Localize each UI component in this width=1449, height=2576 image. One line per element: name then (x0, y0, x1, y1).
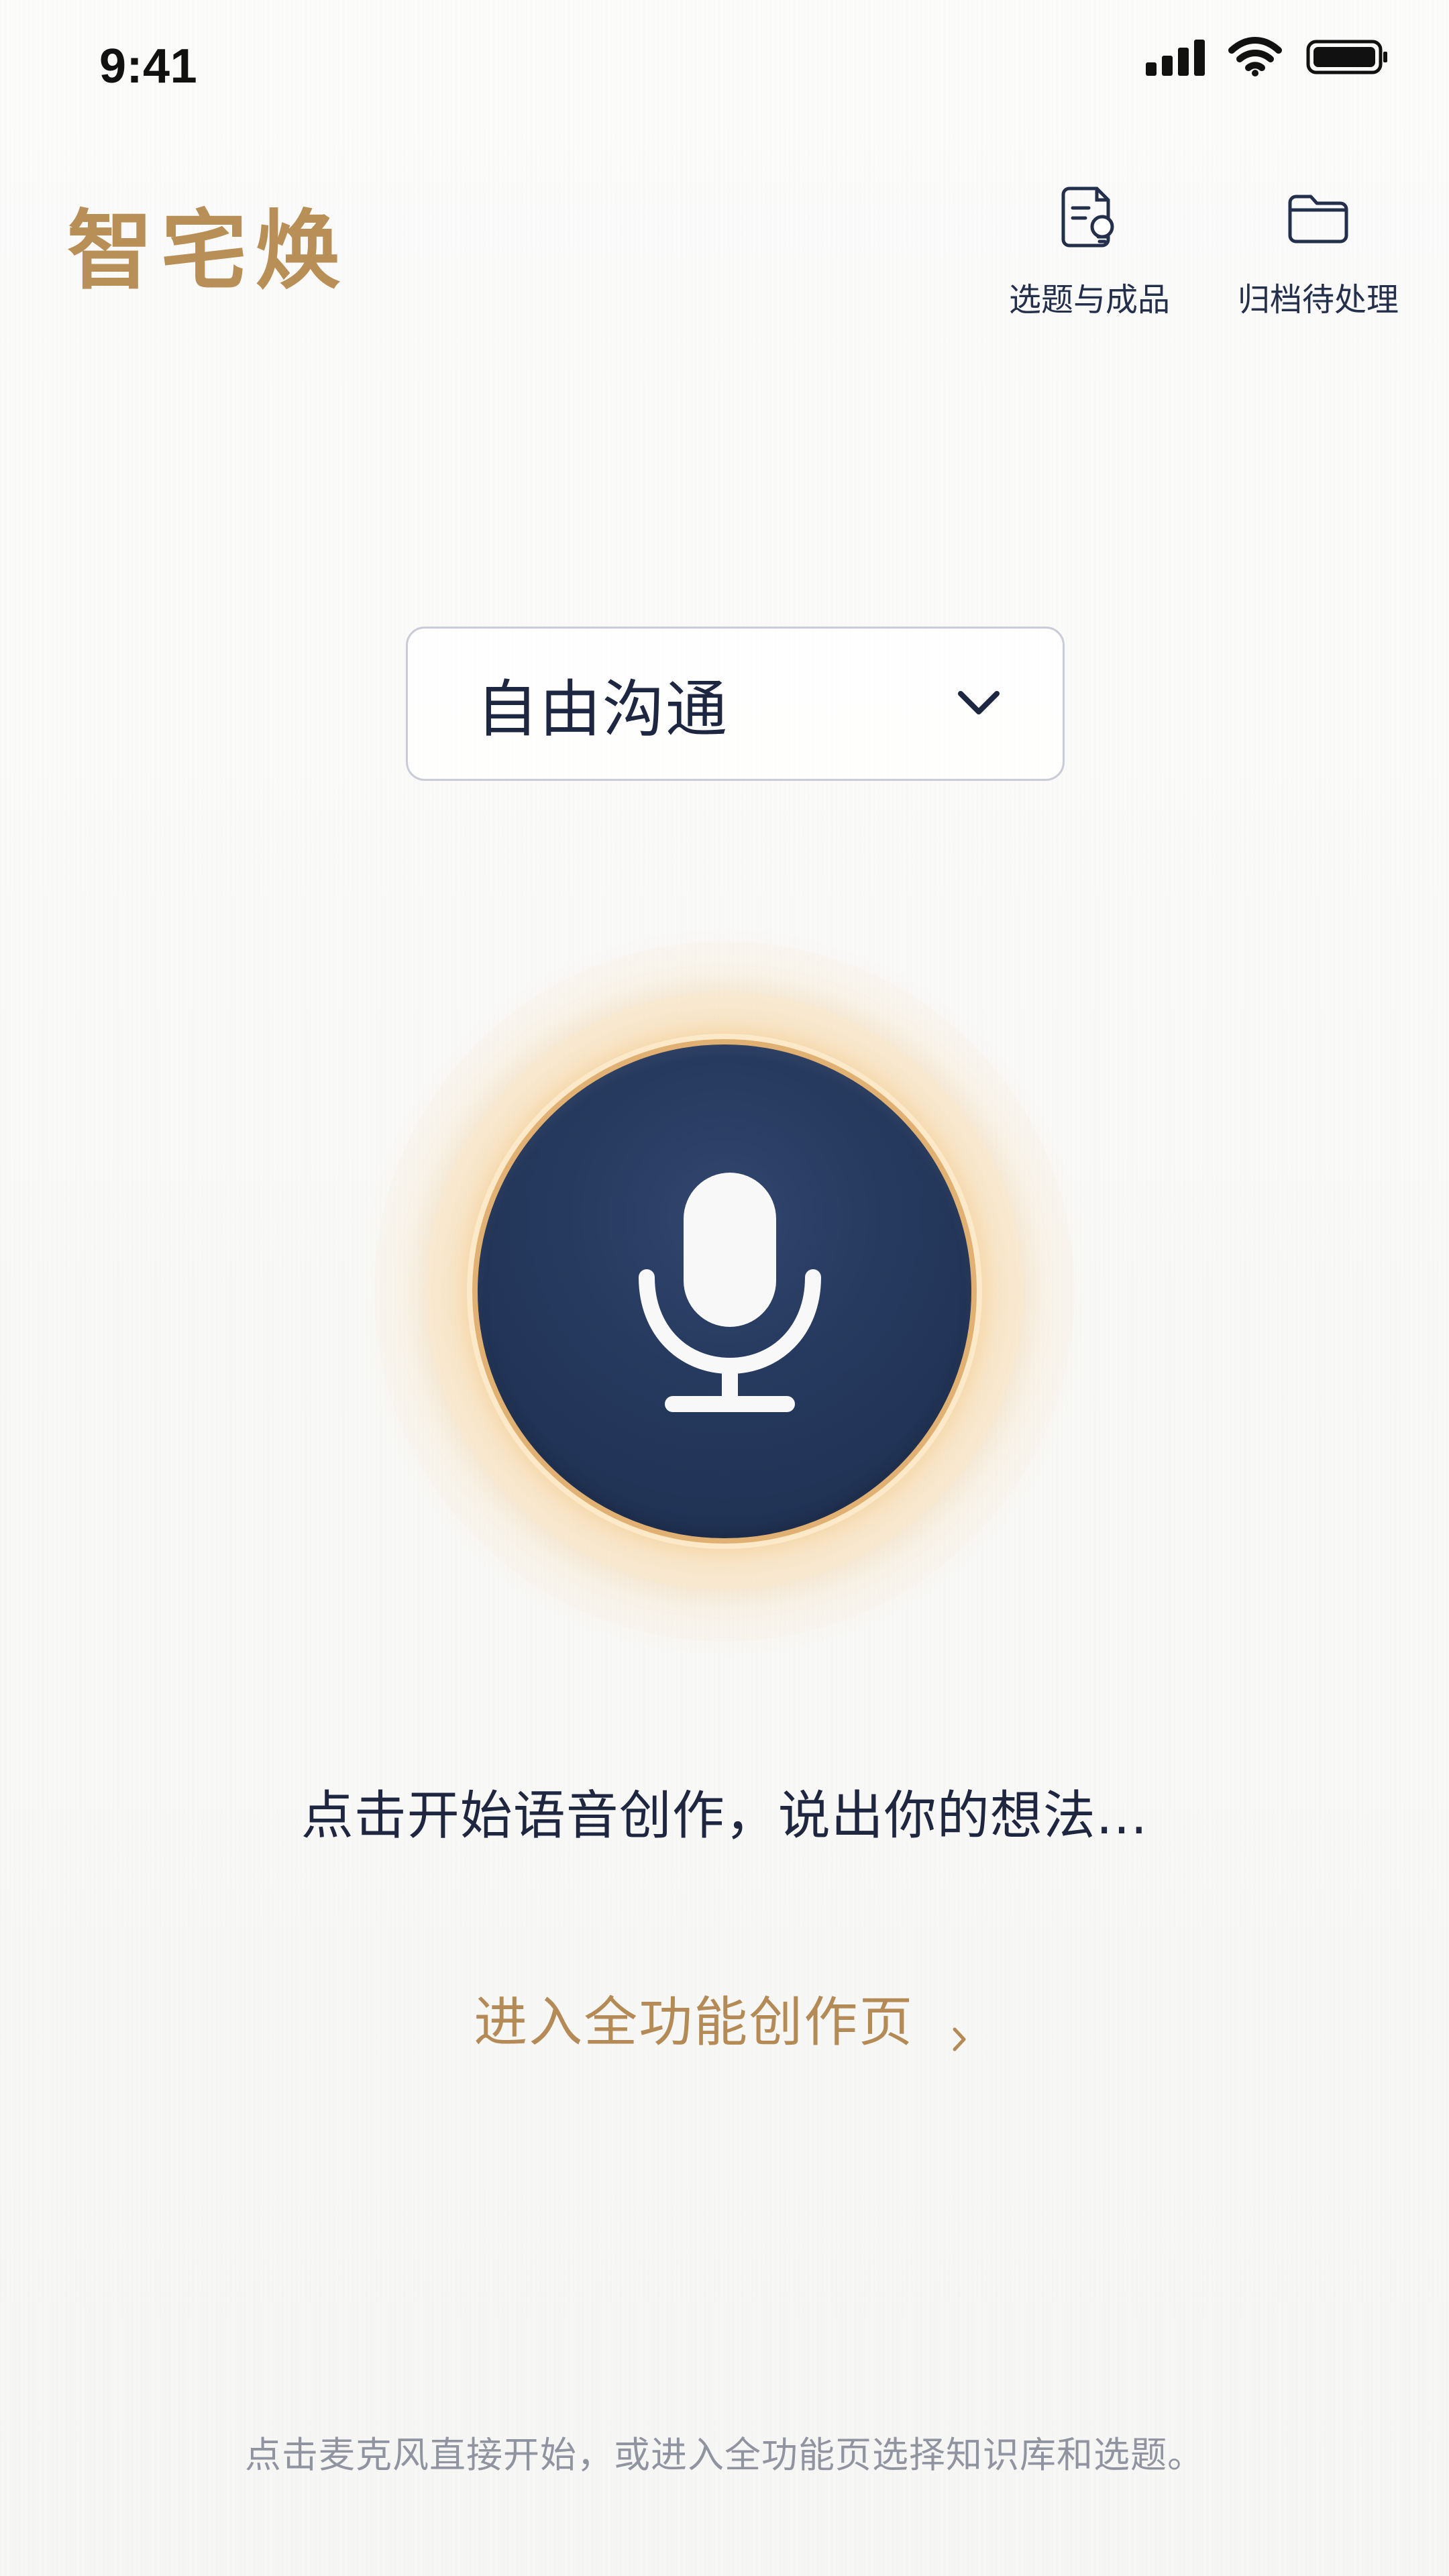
microphone-zone (315, 832, 1134, 1784)
document-lightbulb-icon (1049, 178, 1130, 258)
signal-icon (1146, 38, 1205, 76)
mode-select-value: 自由沟通 (476, 673, 729, 745)
wifi-icon (1228, 37, 1283, 77)
topics-and-products-button[interactable]: 选题与成品 (996, 178, 1183, 319)
app-brand-title: 智宅焕 (67, 201, 350, 301)
mode-select-dropdown[interactable]: 自由沟通 (406, 627, 1065, 781)
folder-icon (1278, 178, 1358, 258)
chevron-down-icon (950, 674, 1008, 734)
full-function-page-label: 进入全功能创作页 (474, 1991, 914, 2053)
microphone-button[interactable] (472, 1039, 977, 1544)
microphone-icon (639, 1173, 821, 1412)
battery-icon (1305, 38, 1390, 76)
voice-prompt-text: 点击开始语音创作，说出你的想法... (301, 1786, 1148, 1846)
topics-and-products-label: 选题与成品 (1008, 281, 1170, 319)
status-time: 9:41 (99, 40, 198, 93)
archive-pending-button[interactable]: 归档待处理 (1224, 178, 1412, 319)
status-bar: 9:41 (0, 0, 1449, 134)
full-function-page-link[interactable]: 进入全功能创作页 (0, 1979, 1449, 2057)
chevron-right-icon (943, 2006, 975, 2051)
bottom-hint-text: 点击麦克风直接开始，或进入全功能页选择知识库和选题。 (245, 2434, 1204, 2476)
archive-pending-label: 归档待处理 (1237, 281, 1399, 319)
status-icons (1146, 34, 1390, 80)
